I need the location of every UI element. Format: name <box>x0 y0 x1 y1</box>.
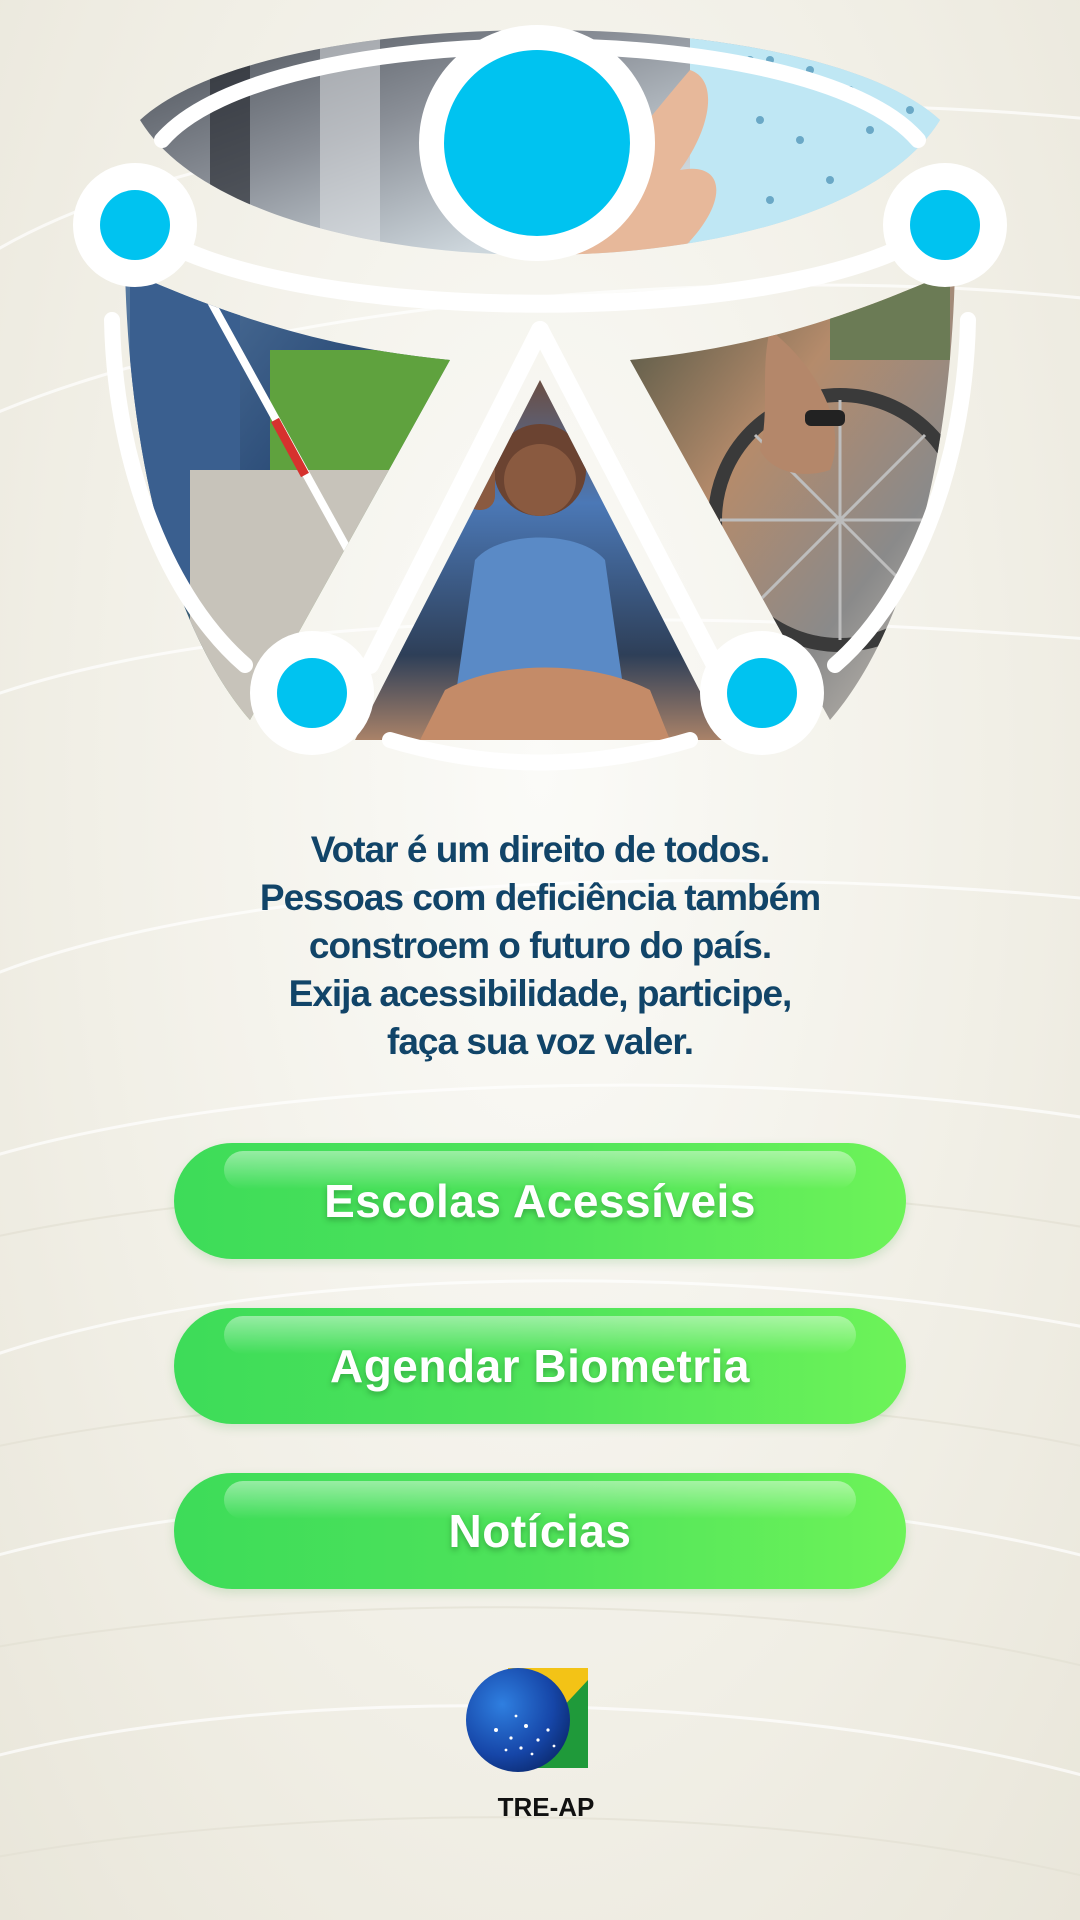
logo-text: TRE-AP <box>497 1792 595 1822</box>
hero-accessibility-emblem <box>73 25 1007 771</box>
schedule-biometrics-button[interactable]: Agendar Biometria <box>174 1308 906 1424</box>
message-line-2: Pessoas com deficiência também <box>259 877 821 918</box>
message-line-1: Votar é um direito de todos. <box>310 829 771 870</box>
accessible-schools-label: Escolas Acessíveis <box>324 1175 756 1227</box>
news-button[interactable]: Notícias <box>174 1473 906 1589</box>
message-line-4: Exija acessibilidade, participe, <box>288 973 793 1014</box>
news-label: Notícias <box>448 1505 632 1557</box>
message-line-5: faça sua voz valer. <box>387 1021 694 1062</box>
accessible-schools-button[interactable]: Escolas Acessíveis <box>174 1143 906 1259</box>
schedule-biometrics-label: Agendar Biometria <box>329 1340 751 1392</box>
message-line-3: constroem o futuro do país. <box>308 925 772 966</box>
campaign-message: Votar é um direito de todos. Pessoas com… <box>140 826 940 1066</box>
